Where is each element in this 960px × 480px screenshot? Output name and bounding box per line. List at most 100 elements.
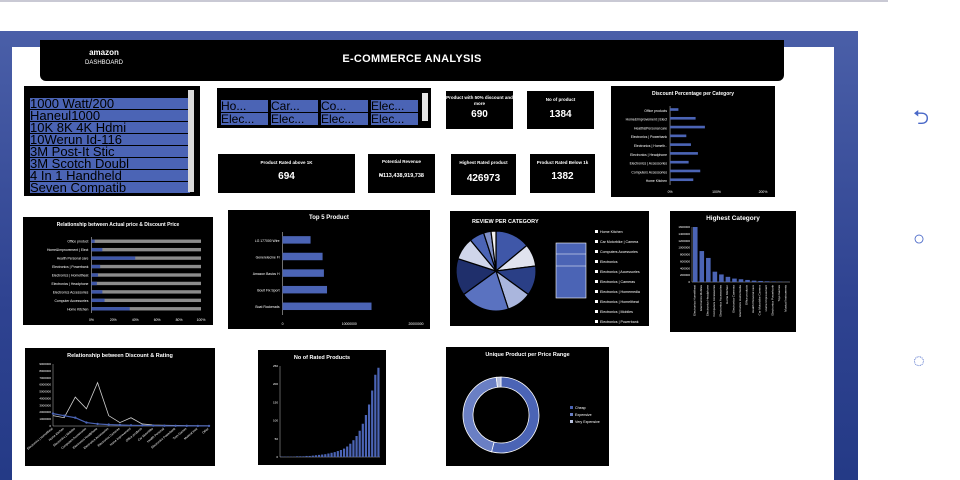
bar (91, 256, 136, 260)
category-chip[interactable]: Elec... (221, 113, 268, 125)
legend-label: Electronics | Powerbank (600, 320, 639, 324)
bar (91, 273, 201, 277)
legend-label: Electronics | Homemedia (600, 290, 640, 294)
category-label: Home Kitchen (646, 179, 667, 183)
bar (333, 452, 336, 457)
bar (346, 446, 349, 457)
slicer-item[interactable]: 4 In 1 Handheld (30, 170, 190, 181)
y-tick-label: 1000000 (39, 417, 51, 421)
bar (339, 450, 343, 457)
bar (91, 264, 201, 269)
category-chip[interactable]: Car... (271, 100, 318, 112)
bar (91, 247, 103, 252)
kpi-rated-above-1k: Product Rated above 1K 694 (218, 154, 355, 193)
y-tick-label: 4000000 (39, 396, 51, 400)
x-tick-label: Musical Instruments (784, 285, 788, 312)
bar (377, 367, 380, 457)
legend-label: Very Expensive (575, 420, 600, 424)
bar (771, 281, 776, 282)
chip-label: Co... (321, 100, 347, 112)
legend-swatch (595, 270, 598, 273)
home-icon[interactable]: ○ (913, 229, 925, 249)
category-slicer[interactable]: Ho... Car... Co... Elec... Elec... Elec.… (217, 88, 431, 128)
x-tick-label: 0% (89, 318, 94, 322)
x-tick-label: Office products (745, 285, 749, 306)
back-icon[interactable]: ⮌ (913, 108, 929, 128)
slicer-item[interactable]: 3M Post-It Stic (30, 146, 190, 157)
kpi-potential-revenue: Potential Revenue ₦113,438,919,738 (368, 154, 435, 193)
bar (91, 239, 95, 243)
product-slicer[interactable]: 1000 Watt/200 Haneul1000 10K 8K 4K Hdmi … (24, 86, 200, 196)
donut-slice (491, 376, 540, 454)
x-tick-label: Health Personal care (751, 285, 755, 313)
slicer-item[interactable]: Haneul1000 (30, 110, 190, 121)
y-tick-label: 1400000 (678, 232, 690, 236)
category-label: Electronics | Powerbank (631, 135, 668, 139)
category-chip[interactable]: Elec... (271, 113, 318, 125)
category-label: Electronics | Homeltheat (52, 274, 89, 278)
legend-swatch (595, 280, 598, 283)
legend-swatch (595, 320, 598, 323)
dashboard-title: E-COMMERCE ANALYSIS (342, 53, 482, 65)
slicer-item[interactable]: Seven Compatib (30, 182, 190, 193)
category-chip[interactable]: Co... (321, 100, 368, 112)
legend-label: Expensive (575, 413, 592, 417)
category-label: Electronics | Accessories (630, 162, 668, 166)
slicer-item-label: 1000 Watt/200 (30, 98, 115, 109)
bar (764, 281, 770, 282)
y-tick-label: 400000 (680, 266, 690, 270)
slicer-item-label: 10Werun Id-116 (30, 134, 123, 145)
bar (330, 452, 333, 457)
y-tick-label: 250 (273, 364, 278, 368)
legend-label: Cheap (575, 406, 586, 410)
legend-label: Home Kitchen (600, 230, 623, 234)
y-tick-label: 200000 (680, 273, 690, 277)
bar (751, 280, 757, 282)
legend-swatch (570, 413, 573, 416)
bar (725, 276, 731, 282)
category-label: Computers Accessories (631, 170, 667, 174)
legend-swatch (570, 420, 573, 423)
bar (282, 285, 328, 294)
category-chip[interactable]: Ho... (221, 100, 268, 112)
bar (282, 269, 324, 277)
slicer-item-label: 3M Scotch Doubl (30, 158, 129, 169)
bar (91, 298, 201, 303)
recents-icon[interactable]: ◌ (913, 351, 925, 371)
bar (670, 108, 679, 111)
category-chip[interactable]: Elec... (321, 113, 368, 125)
chip-label: Elec... (371, 100, 405, 112)
kpi-value: 426973 (466, 173, 501, 184)
data-point (96, 422, 99, 426)
bar (719, 274, 724, 282)
kpi-label: No of product (545, 97, 576, 102)
slicer-scrollbar[interactable] (188, 90, 194, 192)
bar (712, 271, 718, 282)
x-tick-label: 20000000 (408, 322, 423, 326)
bar (91, 307, 130, 311)
category-label: Office products (644, 109, 667, 113)
y-tick-label: 600000 (680, 259, 690, 263)
category-label: Home&Improvement | Elect (626, 118, 667, 122)
category-chip[interactable]: Elec... (371, 113, 418, 125)
y-tick-label: 800000 (680, 253, 690, 257)
slicer-item[interactable]: 10Werun Id-116 (30, 134, 190, 145)
bar (91, 281, 201, 286)
bar (327, 453, 330, 457)
slicer-item[interactable]: 3M Scotch Doubl (30, 158, 190, 169)
bar (91, 264, 101, 269)
chips-scrollbar[interactable] (422, 93, 428, 121)
slicer-item[interactable]: 1000 Watt/200 (30, 98, 190, 109)
legend-swatch (595, 230, 598, 233)
bar (321, 454, 324, 457)
chip-label: Elec... (321, 113, 355, 125)
x-tick-label: Computers Accessories (712, 285, 716, 317)
x-tick-label: Car Motorbike Camera (758, 285, 762, 316)
x-tick-label: Other (201, 427, 209, 435)
donut-slice (495, 376, 502, 388)
category-chip[interactable]: Elec... (371, 100, 418, 112)
y-tick-label: 2000000 (39, 410, 51, 414)
chip-label: Elec... (221, 113, 255, 125)
slicer-item[interactable]: 10K 8K 4K Hdmi (30, 122, 190, 133)
y-tick-label: 7000000 (39, 376, 51, 380)
